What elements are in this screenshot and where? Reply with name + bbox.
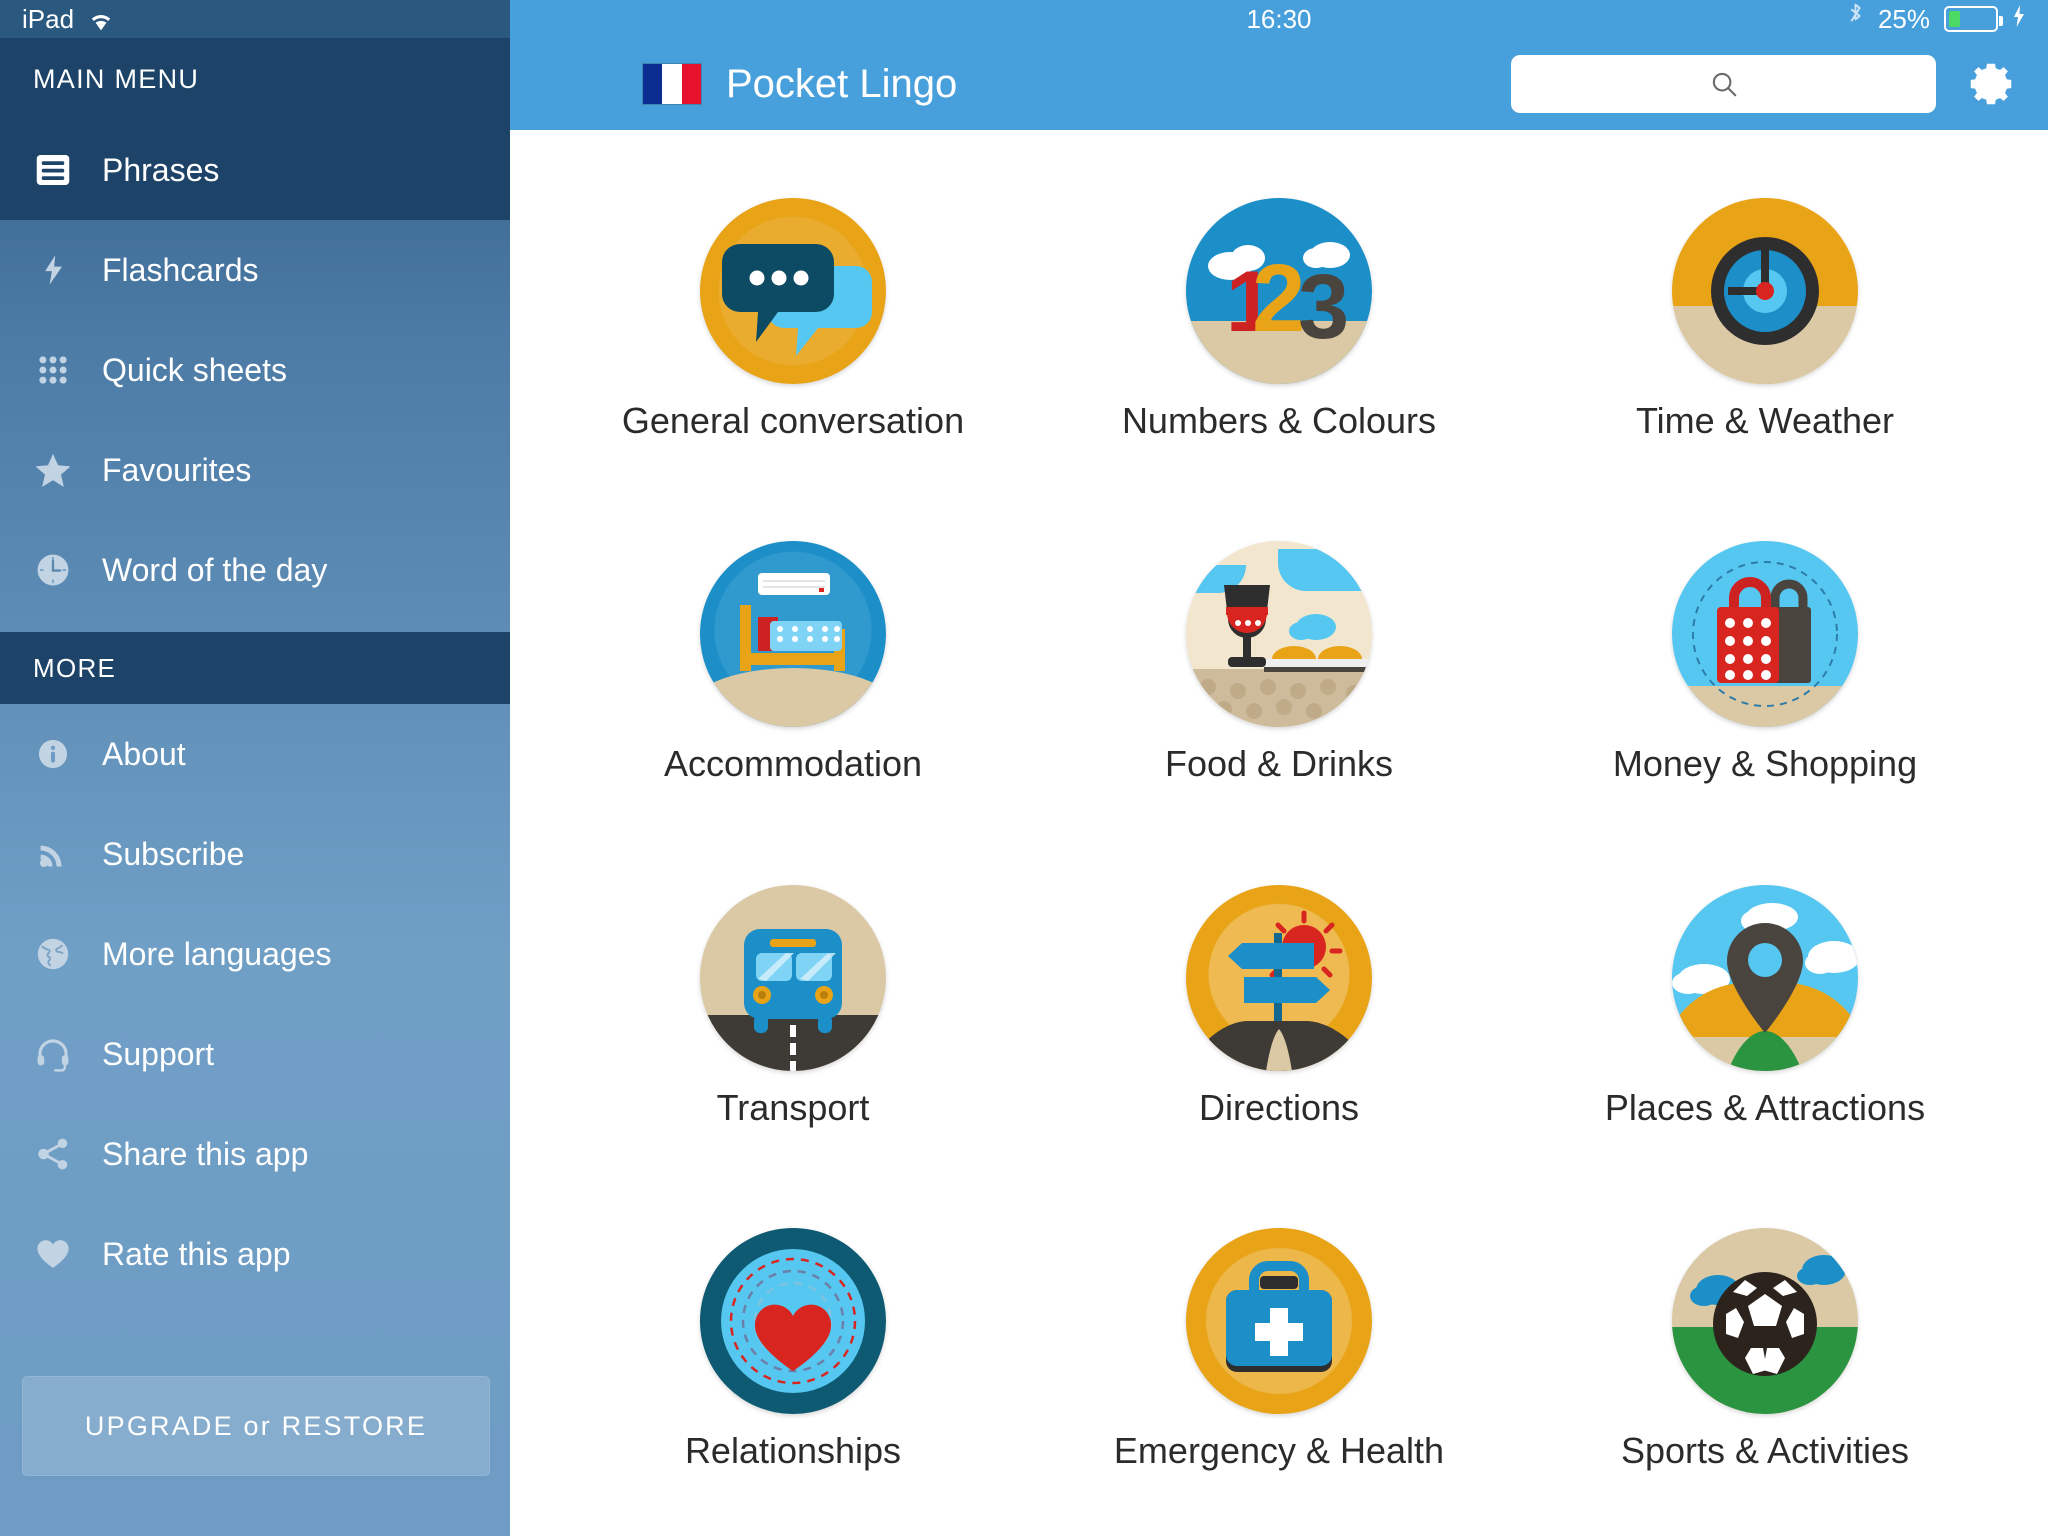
- rss-feed-icon: [30, 831, 76, 877]
- category-label: Time & Weather: [1635, 399, 1895, 441]
- settings-button[interactable]: [1960, 53, 2022, 115]
- category-tile[interactable]: Relationships: [550, 1179, 1036, 1523]
- sidebar-item-more-languages[interactable]: More languages: [0, 904, 510, 1004]
- list-document-icon: [30, 147, 76, 193]
- page-title: Pocket Lingo: [726, 61, 958, 106]
- battery-percent-label: 25%: [1877, 3, 1930, 34]
- sidebar: iPad MAIN MENU Phrases Flashcards Quick …: [0, 0, 510, 1536]
- sidebar-item-label: Quick sheets: [102, 351, 287, 388]
- shopping-bags-icon: [1672, 541, 1858, 728]
- sidebar-item-label: Phrases: [102, 151, 220, 188]
- star-icon: [30, 447, 76, 493]
- clock-icon: [30, 547, 76, 593]
- sidebar-item-label: Favourites: [102, 451, 252, 488]
- wifi-icon: [86, 9, 116, 33]
- sidebar-item-label: Support: [102, 1035, 215, 1072]
- category-label: Money & Shopping: [1612, 743, 1918, 785]
- category-label: Food & Drinks: [1164, 743, 1394, 785]
- search-input[interactable]: [1511, 55, 1936, 113]
- speech-bubbles-icon: [700, 197, 886, 384]
- sidebar-item-label: About: [102, 735, 186, 772]
- category-label: Relationships: [684, 1430, 902, 1472]
- category-tile[interactable]: Transport: [550, 835, 1036, 1179]
- status-indicators: 25%: [1847, 2, 2026, 36]
- category-tile[interactable]: Accommodation: [550, 492, 1036, 836]
- football-icon: [1672, 1228, 1858, 1415]
- category-tile[interactable]: Time & Weather: [1522, 148, 2008, 492]
- medical-bag-icon: [1186, 1228, 1372, 1415]
- status-bar-right: 16:30 25%: [510, 0, 2048, 38]
- signpost-icon: [1186, 884, 1372, 1071]
- grid-dots-icon: [30, 347, 76, 393]
- main-panel: 16:30 25% Pocket Lingo General conversat…: [510, 0, 2048, 1536]
- sidebar-item-label: Word of the day: [102, 551, 328, 588]
- category-label: General conversation: [621, 399, 965, 441]
- sidebar-item-phrases[interactable]: Phrases: [0, 120, 510, 220]
- info-circle-icon: [30, 731, 76, 777]
- sidebar-item-rate-this-app[interactable]: Rate this app: [0, 1204, 510, 1304]
- main-menu-header: MAIN MENU: [0, 38, 510, 120]
- category-tile[interactable]: Sports & Activities: [1522, 1179, 2008, 1523]
- sidebar-item-favourites[interactable]: Favourites: [0, 420, 510, 520]
- category-tile[interactable]: Food & Drinks: [1036, 492, 1522, 836]
- globe-icon: [30, 931, 76, 977]
- lightning-bolt-icon: [2012, 4, 2026, 35]
- category-tile[interactable]: Places & Attractions: [1522, 835, 2008, 1179]
- category-label: Directions: [1198, 1086, 1360, 1128]
- app-root: iPad MAIN MENU Phrases Flashcards Quick …: [0, 0, 2048, 1536]
- bed-icon: [700, 541, 886, 728]
- flash-card-icon: [30, 247, 76, 293]
- category-tile[interactable]: 1 2 3 Numbers & Colours: [1036, 148, 1522, 492]
- bluetooth-icon: [1847, 2, 1864, 36]
- category-grid: General conversation 1 2 3 Numbers & Col…: [510, 130, 2048, 1536]
- status-clock: 16:30: [1246, 3, 1312, 34]
- gear-icon: [1970, 63, 2012, 105]
- device-label: iPad: [22, 3, 75, 34]
- wine-glass-icon: [1186, 541, 1372, 728]
- map-pin-icon: [1672, 884, 1858, 1071]
- more-section-header: MORE: [0, 632, 510, 704]
- category-tile[interactable]: Money & Shopping: [1522, 492, 2008, 836]
- category-tile[interactable]: Emergency & Health: [1036, 1179, 1522, 1523]
- sidebar-item-quick-sheets[interactable]: Quick sheets: [0, 320, 510, 420]
- share-icon: [30, 1131, 76, 1177]
- sidebar-item-flashcards[interactable]: Flashcards: [0, 220, 510, 320]
- category-label: Numbers & Colours: [1121, 399, 1437, 441]
- sidebar-item-label: Rate this app: [102, 1235, 291, 1272]
- french-flag-icon: [642, 63, 702, 105]
- headset-icon: [30, 1031, 76, 1077]
- numbers-123-icon: 1 2 3: [1186, 197, 1372, 384]
- category-label: Accommodation: [663, 743, 923, 785]
- svg-text:3: 3: [1298, 256, 1349, 358]
- clock-weather-icon: [1672, 197, 1858, 384]
- category-label: Places & Attractions: [1604, 1086, 1926, 1128]
- heart-icon: [30, 1231, 76, 1277]
- category-tile[interactable]: General conversation: [550, 148, 1036, 492]
- sidebar-item-support[interactable]: Support: [0, 1004, 510, 1104]
- app-header: Pocket Lingo: [510, 38, 2048, 130]
- battery-icon: [1944, 6, 2003, 32]
- category-label: Transport: [716, 1086, 870, 1128]
- sidebar-item-label: Share this app: [102, 1135, 309, 1172]
- bus-icon: [700, 884, 886, 1071]
- battery-fill: [1949, 11, 1960, 27]
- heart-radar-icon: [700, 1228, 886, 1415]
- sidebar-item-label: Subscribe: [102, 835, 245, 872]
- category-tile[interactable]: Directions: [1036, 835, 1522, 1179]
- search-icon: [1712, 72, 1736, 97]
- upgrade-or-restore-button[interactable]: UPGRADE or RESTORE: [22, 1376, 490, 1476]
- sidebar-item-about[interactable]: About: [0, 704, 510, 804]
- sidebar-item-subscribe[interactable]: Subscribe: [0, 804, 510, 904]
- category-label: Emergency & Health: [1113, 1430, 1445, 1472]
- sidebar-item-share-this-app[interactable]: Share this app: [0, 1104, 510, 1204]
- status-bar-left: iPad: [0, 0, 510, 38]
- sidebar-item-label: More languages: [102, 935, 332, 972]
- sidebar-item-label: Flashcards: [102, 251, 259, 288]
- sidebar-item-word-of-the-day[interactable]: Word of the day: [0, 520, 510, 620]
- category-label: Sports & Activities: [1620, 1430, 1910, 1472]
